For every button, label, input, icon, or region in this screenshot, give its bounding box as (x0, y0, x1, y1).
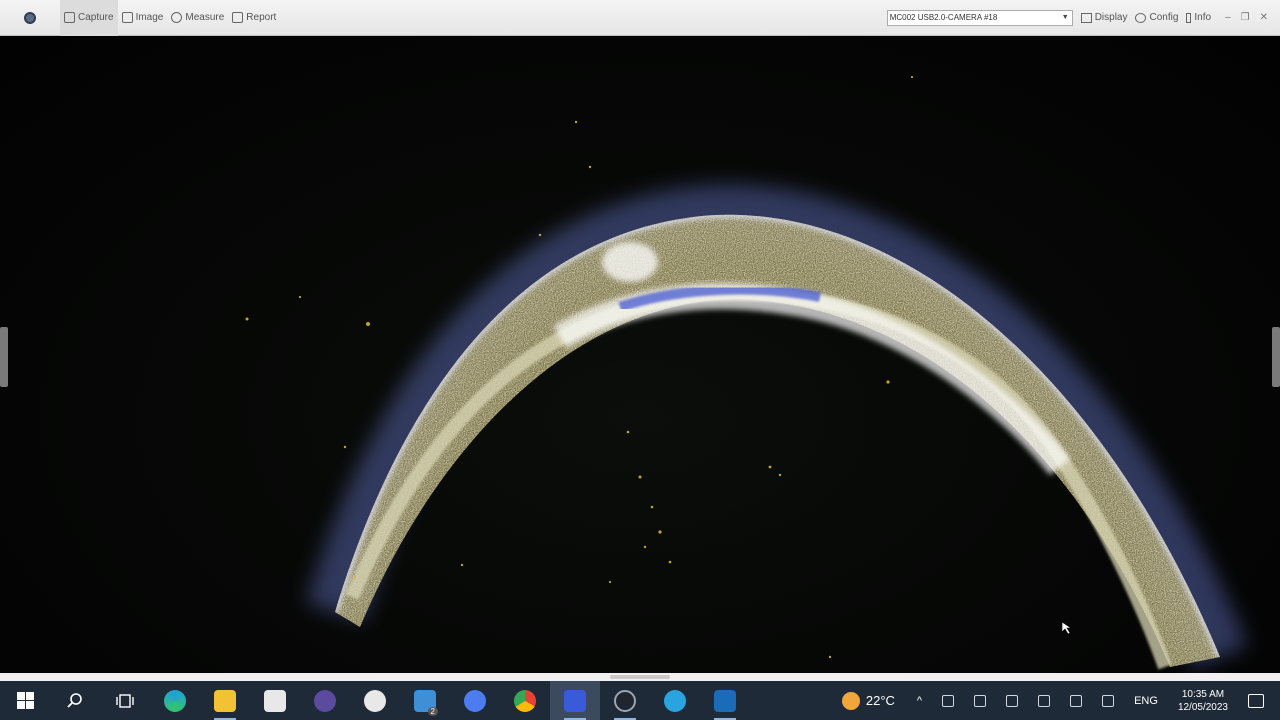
edge-icon (164, 689, 186, 712)
measure-icon (171, 12, 183, 23)
onedrive-icon[interactable] (1006, 694, 1019, 707)
close-button[interactable]: ✕ (1260, 12, 1268, 23)
chrome-icon (514, 689, 536, 712)
minimize-button[interactable]: – (1225, 12, 1231, 23)
chat-icon (464, 689, 486, 712)
specimen-image (245, 75, 1248, 670)
usb-icon[interactable] (942, 694, 955, 707)
taskbar-microscope-app[interactable] (550, 681, 600, 720)
measure-tab[interactable]: Measure (167, 0, 228, 36)
taskbar-camera-app[interactable] (600, 681, 650, 720)
left-panel-handle[interactable] (0, 327, 8, 387)
microscope-live-view[interactable] (0, 37, 1280, 673)
image-icon (121, 12, 133, 23)
report-tab[interactable]: Report (228, 0, 280, 36)
capture-label: Capture (78, 12, 114, 23)
mail-badge: 2 (427, 707, 438, 716)
language-indicator[interactable]: ENG (1134, 695, 1158, 707)
taskbar-edge[interactable] (150, 681, 200, 720)
app-toolbar: Capture Image Measure Report MC002 USB2.… (0, 0, 1280, 36)
clock-date: 12/05/2023 (1177, 701, 1228, 713)
capture-tab[interactable]: Capture (60, 0, 118, 36)
search-icon (67, 692, 82, 708)
microscope-app-icon (564, 689, 586, 712)
photos-icon (714, 689, 736, 712)
volume-icon[interactable] (1102, 694, 1115, 707)
windows-taskbar: 2 22°C ^ ENG 10:35 AM 12/05/2023 (0, 681, 1280, 720)
camera-app-icon (614, 689, 636, 712)
monitor-icon (1080, 12, 1092, 23)
scrollbar-thumb[interactable] (610, 675, 670, 679)
display-button[interactable]: Display (1080, 12, 1128, 23)
weather-sun-icon (841, 691, 860, 710)
weather-widget[interactable]: 22°C (841, 691, 895, 710)
report-label: Report (246, 12, 277, 23)
config-button[interactable]: Config (1135, 12, 1178, 23)
horizontal-scrollbar[interactable] (0, 673, 1280, 681)
task-view-button[interactable] (100, 681, 150, 720)
taskbar-vlc[interactable] (300, 681, 350, 720)
camera-select[interactable]: MC002 USB2.0-CAMERA #18 ▼ (886, 9, 1073, 26)
task-view-icon (116, 693, 134, 708)
info-label: Info (1194, 12, 1212, 23)
vlc-icon (314, 689, 336, 712)
chevron-down-icon: ▼ (1061, 14, 1069, 21)
taskbar-photos[interactable] (700, 681, 750, 720)
store-icon (264, 689, 286, 712)
taskbar-file-explorer[interactable] (200, 681, 250, 720)
clock-time: 10:35 AM (1181, 688, 1225, 700)
camera-select-value: MC002 USB2.0-CAMERA #18 (889, 13, 998, 22)
notification-icon[interactable] (1248, 693, 1264, 708)
right-panel-handle[interactable] (1272, 327, 1280, 387)
taskbar-chrome[interactable] (500, 681, 550, 720)
taskbar-search[interactable] (50, 681, 100, 720)
report-icon (232, 12, 244, 23)
clock[interactable]: 10:35 AM 12/05/2023 (1178, 688, 1228, 714)
info-button[interactable]: Info (1186, 12, 1211, 23)
display-label: Display (1094, 12, 1128, 23)
tray-expand-icon[interactable]: ^ (917, 695, 922, 707)
image-label: Image (135, 12, 164, 23)
app-logo-icon[interactable] (0, 0, 60, 36)
taskbar-store[interactable] (250, 681, 300, 720)
battery-icon[interactable] (1038, 694, 1051, 707)
window-controls: – ❐ ✕ (1225, 12, 1268, 23)
taskbar-zoom[interactable] (350, 681, 400, 720)
telegram-icon (664, 689, 686, 712)
taskbar-telegram[interactable] (650, 681, 700, 720)
info-icon (1186, 12, 1192, 23)
image-tab[interactable]: Image (118, 0, 168, 36)
taskbar-mail[interactable]: 2 (400, 681, 450, 720)
windows-logo-icon (16, 692, 34, 709)
maximize-button[interactable]: ❐ (1241, 12, 1250, 23)
network-icon[interactable] (1070, 694, 1083, 707)
file-explorer-icon (214, 689, 236, 712)
weather-temp: 22°C (865, 693, 895, 708)
app-tray-icon[interactable] (974, 694, 987, 707)
taskbar-chat[interactable] (450, 681, 500, 720)
measure-label: Measure (185, 12, 225, 23)
system-tray: 22°C ^ ENG 10:35 AM 12/05/2023 (841, 681, 1280, 720)
start-button[interactable] (0, 681, 50, 720)
capture-icon (64, 12, 75, 23)
gear-icon (1135, 12, 1147, 23)
config-label: Config (1149, 12, 1179, 23)
zoom-icon (364, 689, 386, 712)
